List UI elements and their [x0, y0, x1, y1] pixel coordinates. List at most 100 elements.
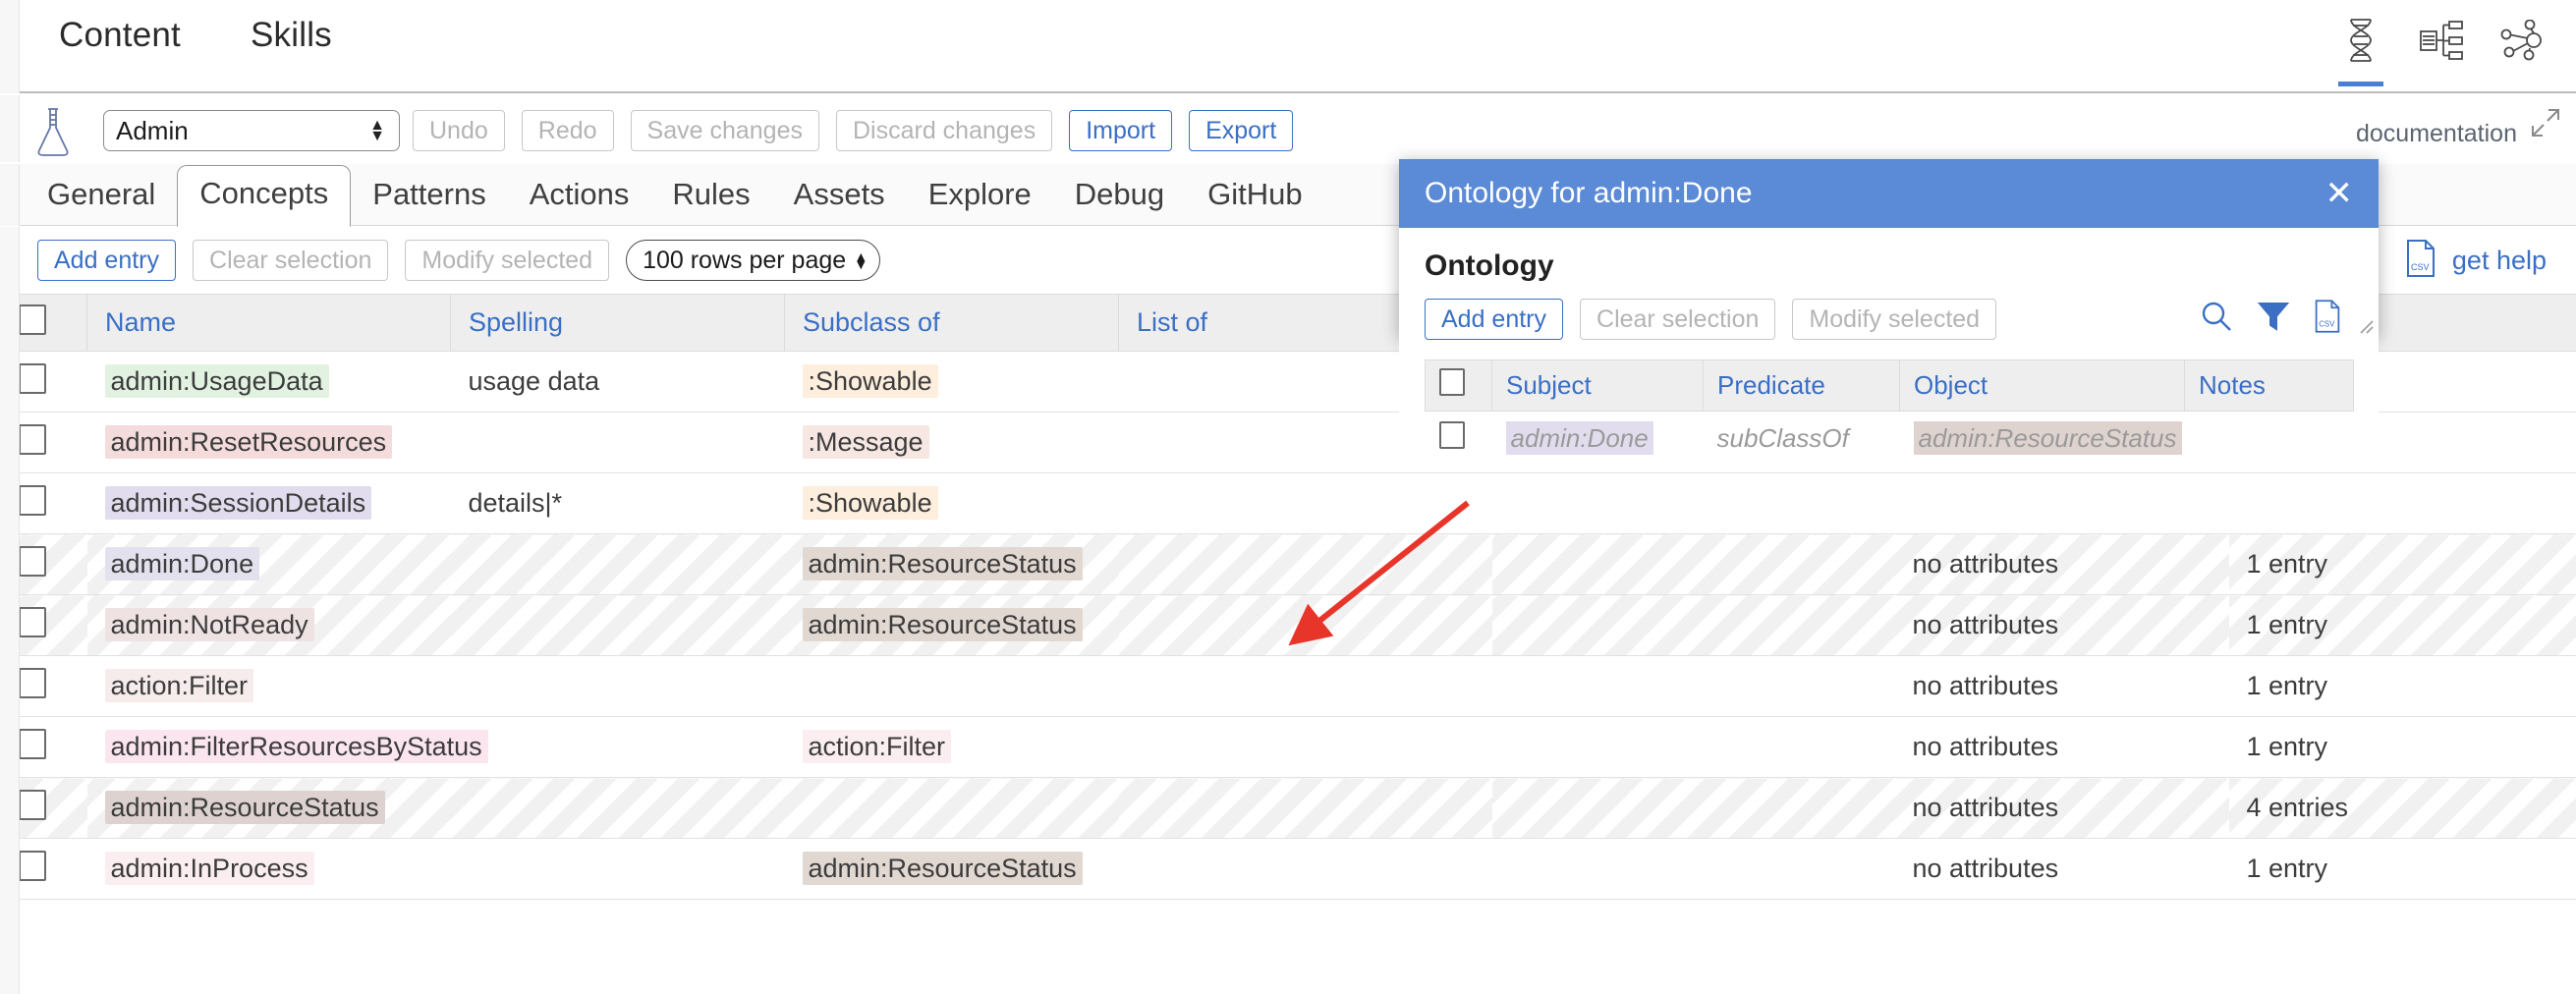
cell-entries[interactable]: 4 entries	[2228, 777, 2576, 839]
hierarchy-tree-icon[interactable]	[2415, 8, 2468, 73]
cell-extra-1	[1491, 472, 1895, 534]
row-checkbox[interactable]	[18, 362, 46, 394]
row-checkbox[interactable]	[18, 484, 46, 516]
rows-per-page-select[interactable]: 100 rows per page ▲ ▼	[626, 240, 881, 281]
get-help-link[interactable]: CSV get help	[2405, 239, 2547, 283]
row-checkbox[interactable]	[18, 789, 46, 820]
cell-list-of	[1118, 655, 1492, 717]
cell-attributes[interactable]: no attributes	[1894, 655, 2229, 717]
tab-concepts[interactable]: Concepts	[177, 165, 352, 227]
cell-entries[interactable]: 1 entry	[2228, 533, 2576, 595]
chevron-updown-icon: ▲ ▼	[854, 248, 868, 272]
tab-explore[interactable]: Explore	[907, 167, 1053, 226]
ontology-cell-predicate: subClassOf	[1703, 411, 1900, 467]
cell-name: admin:Done	[86, 533, 451, 595]
cell-entries[interactable]: 1 entry	[2228, 655, 2576, 717]
modal-add-entry-button[interactable]: Add entry	[1425, 299, 1564, 340]
csv-file-icon[interactable]: CSV	[2314, 299, 2341, 334]
tab-debug[interactable]: Debug	[1053, 167, 1186, 226]
save-changes-button[interactable]: Save changes	[630, 110, 819, 151]
tab-rules[interactable]: Rules	[650, 167, 771, 226]
project-select[interactable]: Admin ▲ ▼	[103, 110, 400, 151]
network-graph-icon[interactable]	[2495, 8, 2548, 73]
modal-modify-selected-button[interactable]: Modify selected	[1792, 299, 1997, 340]
column-header-name[interactable]: Name	[86, 294, 451, 352]
cell-attributes[interactable]: no attributes	[1894, 533, 2229, 595]
get-help-label: get help	[2451, 246, 2547, 275]
select-all-checkbox[interactable]	[19, 304, 46, 335]
table-row[interactable]: admin:InProcess admin:ResourceStatus no …	[0, 838, 2576, 900]
cell-attributes[interactable]	[1894, 472, 2229, 534]
table-row[interactable]: admin:Done admin:ResourceStatus no attri…	[0, 533, 2576, 595]
modify-selected-button[interactable]: Modify selected	[405, 240, 610, 281]
row-checkbox[interactable]	[18, 545, 46, 577]
row-checkbox[interactable]	[18, 728, 46, 759]
ontology-column-header-predicate[interactable]: Predicate	[1703, 359, 1900, 412]
row-checkbox[interactable]	[18, 667, 46, 698]
cell-name: admin:UsageData	[86, 351, 451, 413]
cell-entries[interactable]	[2228, 472, 2576, 534]
table-row[interactable]: admin:FilterResourcesByStatus action:Fil…	[0, 716, 2576, 778]
row-checkbox[interactable]	[18, 850, 46, 881]
export-button[interactable]: Export	[1189, 110, 1294, 151]
search-icon[interactable]	[2200, 300, 2233, 333]
filter-funnel-icon[interactable]	[2257, 300, 2290, 333]
left-rail	[0, 95, 20, 162]
table-row[interactable]: admin:SessionDetails details|* :Showable	[0, 472, 2576, 534]
import-button[interactable]: Import	[1069, 110, 1173, 151]
cell-entries[interactable]: 1 entry	[2228, 838, 2576, 900]
modal-clear-selection-button[interactable]: Clear selection	[1580, 299, 1776, 340]
table-row[interactable]: admin:Done subClassOf admin:ResourceStat…	[1425, 411, 2354, 467]
cell-attributes[interactable]: no attributes	[1894, 838, 2229, 900]
ontology-column-header-object[interactable]: Object	[1899, 359, 2185, 412]
top-nav-item-skills[interactable]: Skills	[243, 10, 340, 61]
tab-general[interactable]: General	[26, 167, 177, 226]
close-icon[interactable]: ✕	[2325, 177, 2354, 210]
tab-github[interactable]: GitHub	[1186, 167, 1323, 226]
cell-spelling	[450, 594, 785, 656]
cell-spelling	[450, 412, 785, 473]
tab-actions[interactable]: Actions	[508, 167, 651, 226]
table-toolbar-buttons: Add entry Clear selection Modify selecte…	[37, 240, 881, 281]
column-header-subclass-of[interactable]: Subclass of	[784, 294, 1119, 352]
cell-attributes[interactable]: no attributes	[1894, 777, 2229, 839]
row-checkbox[interactable]	[1438, 421, 1465, 450]
row-checkbox[interactable]	[18, 423, 46, 455]
tab-assets[interactable]: Assets	[772, 167, 907, 226]
left-rail	[0, 227, 20, 294]
cell-name: admin:ResourceStatus	[86, 777, 451, 839]
cell-entries[interactable]: 1 entry	[2228, 716, 2576, 778]
top-icon-group	[2334, 8, 2548, 86]
column-header-spelling[interactable]: Spelling	[450, 294, 785, 352]
dna-helix-icon[interactable]	[2334, 8, 2387, 86]
cell-extra-1	[1491, 838, 1895, 900]
ontology-column-header-notes[interactable]: Notes	[2184, 359, 2354, 412]
documentation-link[interactable]: documentation	[2356, 120, 2517, 148]
clear-selection-button[interactable]: Clear selection	[193, 240, 389, 281]
resize-grip-icon[interactable]	[2355, 315, 2375, 335]
add-entry-button[interactable]: Add entry	[37, 240, 177, 281]
left-rail	[0, 0, 20, 93]
expand-arrows-icon[interactable]	[2527, 104, 2564, 146]
cell-extra-1	[1491, 594, 1895, 656]
discard-changes-button[interactable]: Discard changes	[835, 110, 1053, 151]
tab-list: General Concepts Patterns Actions Rules …	[26, 164, 1324, 227]
ontology-cell-object: admin:ResourceStatus	[1899, 411, 2185, 467]
flask-icon[interactable]	[33, 106, 73, 162]
select-all-checkbox[interactable]	[1439, 368, 1465, 396]
table-row[interactable]: admin:NotReady admin:ResourceStatus no a…	[0, 594, 2576, 656]
cell-attributes[interactable]: no attributes	[1894, 716, 2229, 778]
table-row[interactable]: action:Filter no attributes 1 entry	[0, 655, 2576, 717]
top-nav-item-content[interactable]: Content	[51, 10, 189, 61]
ontology-column-header-subject[interactable]: Subject	[1491, 359, 1704, 412]
undo-button[interactable]: Undo	[413, 110, 505, 151]
cell-subclass-of: admin:ResourceStatus	[784, 533, 1119, 595]
cell-attributes[interactable]: no attributes	[1894, 594, 2229, 656]
tab-patterns[interactable]: Patterns	[351, 167, 507, 226]
table-row[interactable]: admin:ResourceStatus no attributes 4 ent…	[0, 777, 2576, 839]
row-checkbox[interactable]	[18, 606, 46, 637]
redo-button[interactable]: Redo	[521, 110, 614, 151]
cell-name: admin:ResetResources	[86, 412, 451, 473]
ontology-table: Subject Predicate Object Notes admin:Don…	[1425, 359, 2354, 467]
cell-entries[interactable]: 1 entry	[2228, 594, 2576, 656]
